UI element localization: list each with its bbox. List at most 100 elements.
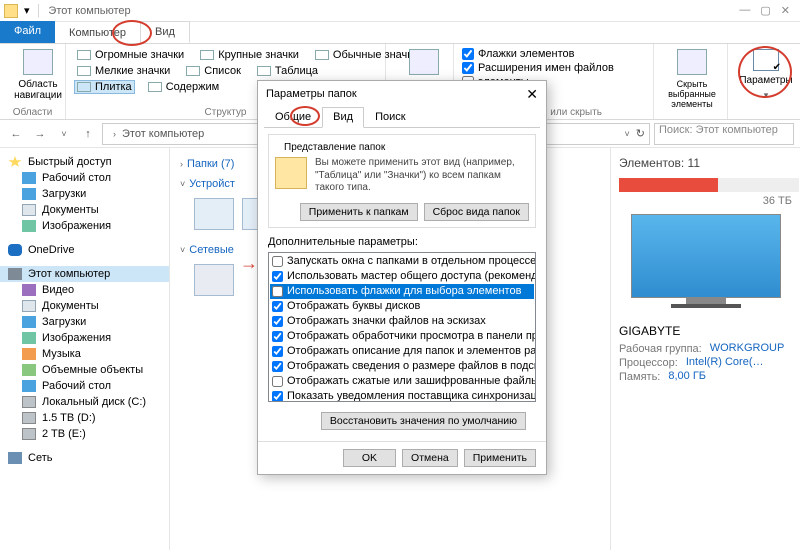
advanced-option[interactable]: Отображать сжатые или зашифрованные файл…: [270, 374, 534, 389]
maximize-icon[interactable]: ▢: [760, 4, 770, 17]
nav-pane-button[interactable]: Область навигации: [8, 48, 68, 102]
sidebar-item-pictures[interactable]: Изображения: [0, 218, 169, 234]
options-button[interactable]: ✔ Параметры ▾: [736, 48, 796, 102]
sidebar-item-desktop2[interactable]: Рабочий стол: [0, 378, 169, 394]
onedrive-icon: [8, 244, 22, 256]
dlg-tab-general[interactable]: Общие: [264, 107, 322, 127]
option-label: Отображать обработчики просмотра в панел…: [287, 330, 536, 342]
dlg-tab-view[interactable]: Вид: [322, 107, 364, 128]
downloads-icon: [22, 188, 36, 200]
folder-view-text: Вы можете применить этот вид (например, …: [315, 157, 529, 195]
sidebar-item-d2[interactable]: 2 TB (E:): [0, 426, 169, 442]
option-checkbox[interactable]: [272, 286, 283, 297]
sidebar-item-thispc[interactable]: Этот компьютер: [0, 266, 169, 282]
advanced-settings-list[interactable]: Запускать окна с папками в отдельном про…: [268, 252, 536, 402]
advanced-option[interactable]: Отображать обработчики просмотра в панел…: [270, 329, 534, 344]
advanced-option[interactable]: Отображать описание для папок и элементо…: [270, 344, 534, 359]
sidebar-item-desktop[interactable]: Рабочий стол: [0, 170, 169, 186]
downloads-icon: [22, 316, 36, 328]
layout-tiles[interactable]: Плитка: [74, 80, 135, 94]
sidebar-item-downloads[interactable]: Загрузки: [0, 186, 169, 202]
nav-back-icon[interactable]: ←: [6, 124, 26, 144]
layout-large[interactable]: Крупные значки: [197, 48, 302, 62]
nav-pane-label: Область навигации: [14, 79, 62, 101]
disk-icon: [22, 412, 36, 424]
tab-computer[interactable]: Компьютер: [55, 23, 140, 43]
disk-icon: [22, 428, 36, 440]
nav-forward-icon[interactable]: →: [30, 124, 50, 144]
layout-content[interactable]: Содержим: [145, 80, 223, 94]
option-label: Отображать сведения о размере файлов в п…: [287, 360, 536, 372]
sidebar-item-pictures2[interactable]: Изображения: [0, 330, 169, 346]
ribbon-group-label-panes: Области: [0, 107, 65, 118]
chk-item-checkboxes[interactable]: Флажки элементов: [462, 48, 645, 60]
sidebar-item-videos[interactable]: Видео: [0, 282, 169, 298]
advanced-option[interactable]: Использовать флажки для выбора элементов: [270, 284, 534, 299]
breadcrumb-label: Этот компьютер: [122, 128, 204, 140]
cancel-button[interactable]: Отмена: [402, 449, 458, 467]
option-checkbox[interactable]: [272, 331, 283, 342]
ribbon-tabs: Файл Компьютер Вид: [0, 22, 800, 44]
nav-up-icon[interactable]: ↑: [78, 124, 98, 144]
sidebar-item-documents[interactable]: Документы: [0, 202, 169, 218]
chevron-down-icon[interactable]: ˅: [625, 129, 630, 139]
folder-options-dialog: Параметры папок ✕ Общие Вид Поиск Предст…: [257, 80, 547, 475]
sidebar-item-music[interactable]: Музыка: [0, 346, 169, 362]
advanced-option[interactable]: Использовать мастер общего доступа (реко…: [270, 269, 534, 284]
details-count: Элементов: 11: [619, 156, 792, 170]
sidebar-item-quick[interactable]: Быстрый доступ: [0, 154, 169, 170]
apply-to-folders-button[interactable]: Применить к папкам: [300, 203, 418, 221]
search-input[interactable]: Поиск: Этот компьютер: [654, 123, 794, 145]
chk-extensions[interactable]: Расширения имен файлов: [462, 62, 645, 74]
documents-icon: [22, 300, 36, 312]
dialog-close-icon[interactable]: ✕: [526, 86, 538, 103]
panes-icon: [23, 49, 53, 75]
option-checkbox[interactable]: [272, 301, 283, 312]
option-checkbox[interactable]: [272, 316, 283, 327]
sidebar-item-3d[interactable]: Объемные объекты: [0, 362, 169, 378]
layout-huge[interactable]: Огромные значки: [74, 48, 187, 62]
sidebar-item-documents2[interactable]: Документы: [0, 298, 169, 314]
sidebar-item-onedrive[interactable]: OneDrive: [0, 242, 169, 258]
sidebar-item-network[interactable]: Сеть: [0, 450, 169, 466]
close-icon[interactable]: ✕: [781, 4, 790, 17]
folder-view-group: Представление папок Вы можете применить …: [268, 134, 536, 228]
star-icon: [8, 156, 22, 168]
option-label: Использовать мастер общего доступа (реко…: [287, 270, 536, 282]
tab-view[interactable]: Вид: [140, 21, 190, 43]
option-checkbox[interactable]: [272, 271, 283, 282]
layout-table[interactable]: Таблица: [254, 64, 321, 78]
apply-button[interactable]: Применить: [464, 449, 536, 467]
reset-folders-button[interactable]: Сброс вида папок: [424, 203, 529, 221]
option-checkbox[interactable]: [272, 391, 283, 402]
advanced-option[interactable]: Отображать сведения о размере файлов в п…: [270, 359, 534, 374]
option-checkbox[interactable]: [272, 361, 283, 372]
restore-defaults-button[interactable]: Восстановить значения по умолчанию: [321, 412, 526, 430]
network-icon: [8, 452, 22, 464]
group-legend: Представление папок: [281, 142, 388, 153]
drive-tile[interactable]: [194, 198, 234, 230]
advanced-option[interactable]: Показать уведомления поставщика синхрони…: [270, 389, 534, 402]
advanced-option[interactable]: Отображать буквы дисков: [270, 299, 534, 314]
refresh-icon[interactable]: ↻: [636, 127, 645, 140]
ok-button[interactable]: OK: [343, 449, 396, 467]
advanced-option[interactable]: Запускать окна с папками в отдельном про…: [270, 254, 534, 269]
option-checkbox[interactable]: [272, 346, 283, 357]
dlg-tab-search[interactable]: Поиск: [364, 107, 416, 127]
option-checkbox[interactable]: [272, 256, 283, 267]
layout-icon: [77, 50, 91, 60]
sidebar-item-cdrive[interactable]: Локальный диск (C:): [0, 394, 169, 410]
down-icon[interactable]: ▾: [24, 4, 30, 17]
netloc-tile[interactable]: [194, 264, 234, 296]
tab-file[interactable]: Файл: [0, 21, 55, 43]
sidebar-item-downloads2[interactable]: Загрузки: [0, 314, 169, 330]
hide-selected-button[interactable]: Скрыть выбранные элементы: [662, 48, 722, 110]
option-checkbox[interactable]: [272, 376, 283, 387]
nav-recent-icon[interactable]: ˅: [54, 124, 74, 144]
layout-small[interactable]: Мелкие значки: [74, 64, 173, 78]
advanced-option[interactable]: Отображать значки файлов на эскизах: [270, 314, 534, 329]
sep-icon: │: [36, 5, 43, 17]
sidebar-item-d15[interactable]: 1.5 TB (D:): [0, 410, 169, 426]
minimize-icon[interactable]: —: [739, 4, 750, 17]
layout-list[interactable]: Список: [183, 64, 244, 78]
